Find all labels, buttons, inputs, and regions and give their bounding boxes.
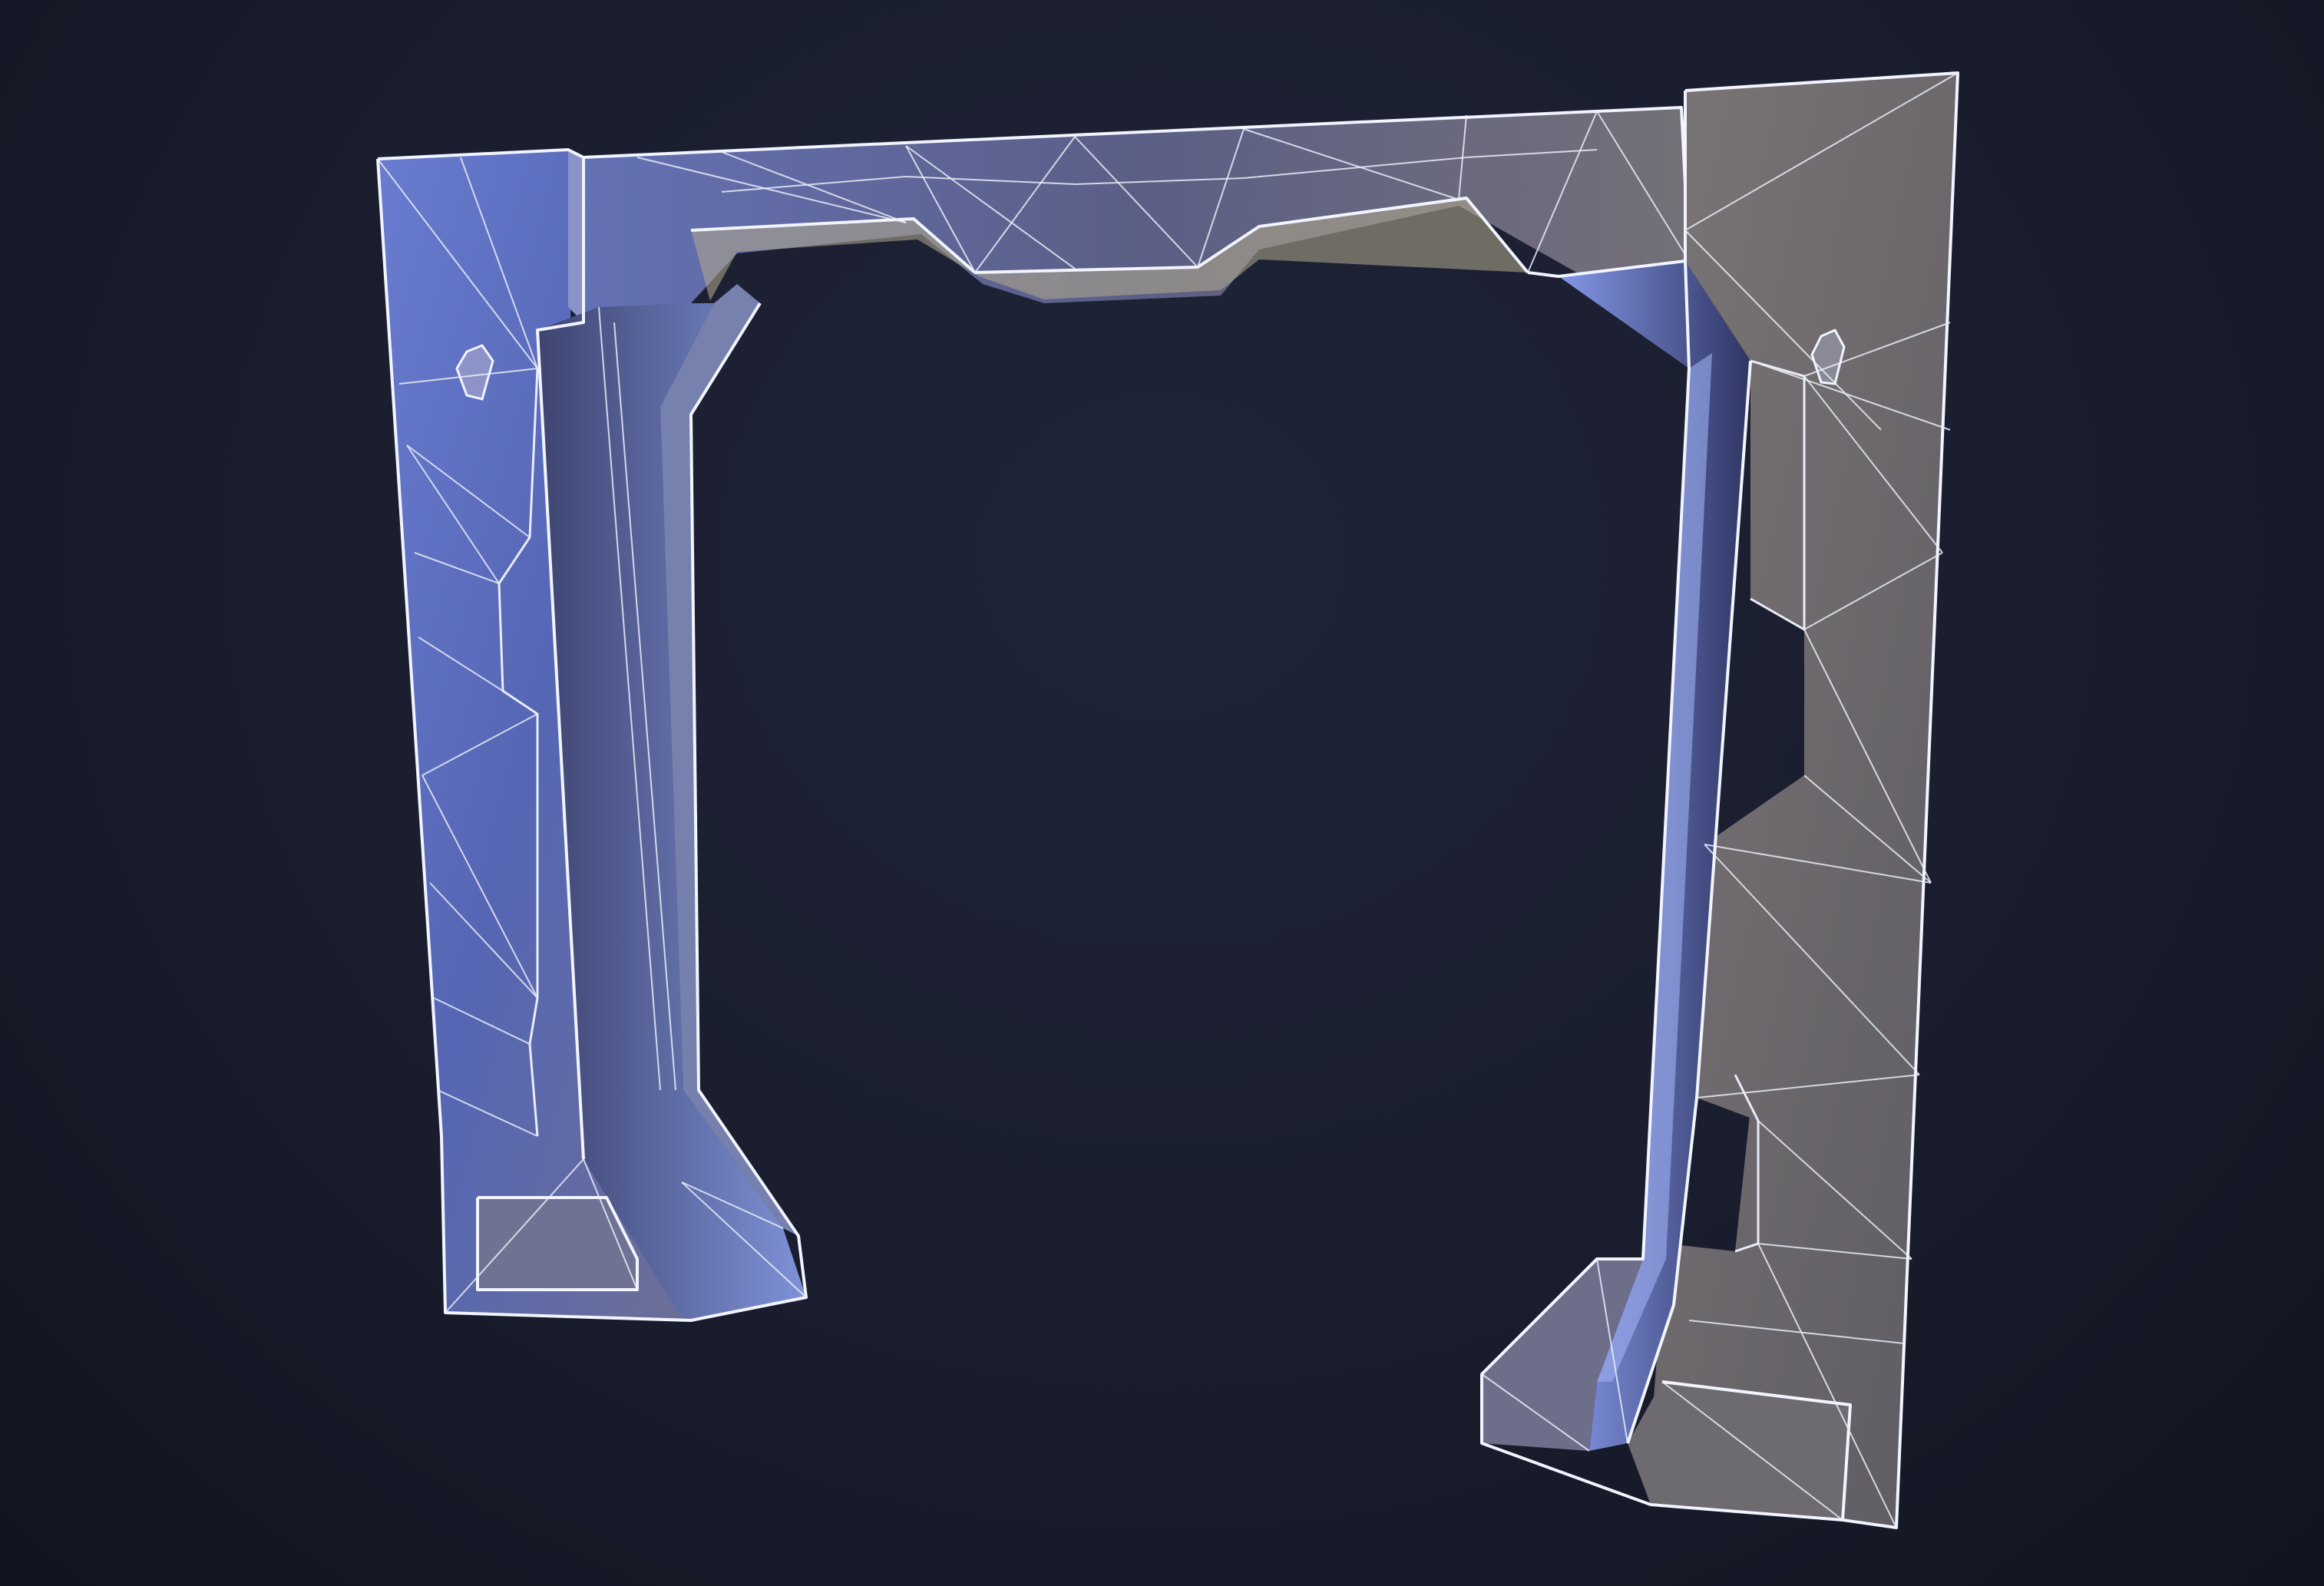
- arch-model-render: [376, 71, 1959, 1529]
- 3d-viewport[interactable]: [0, 0, 2324, 1586]
- right-pillar: [1480, 71, 1959, 1529]
- top-beam: [583, 106, 1691, 322]
- left-pillar: [376, 148, 808, 1322]
